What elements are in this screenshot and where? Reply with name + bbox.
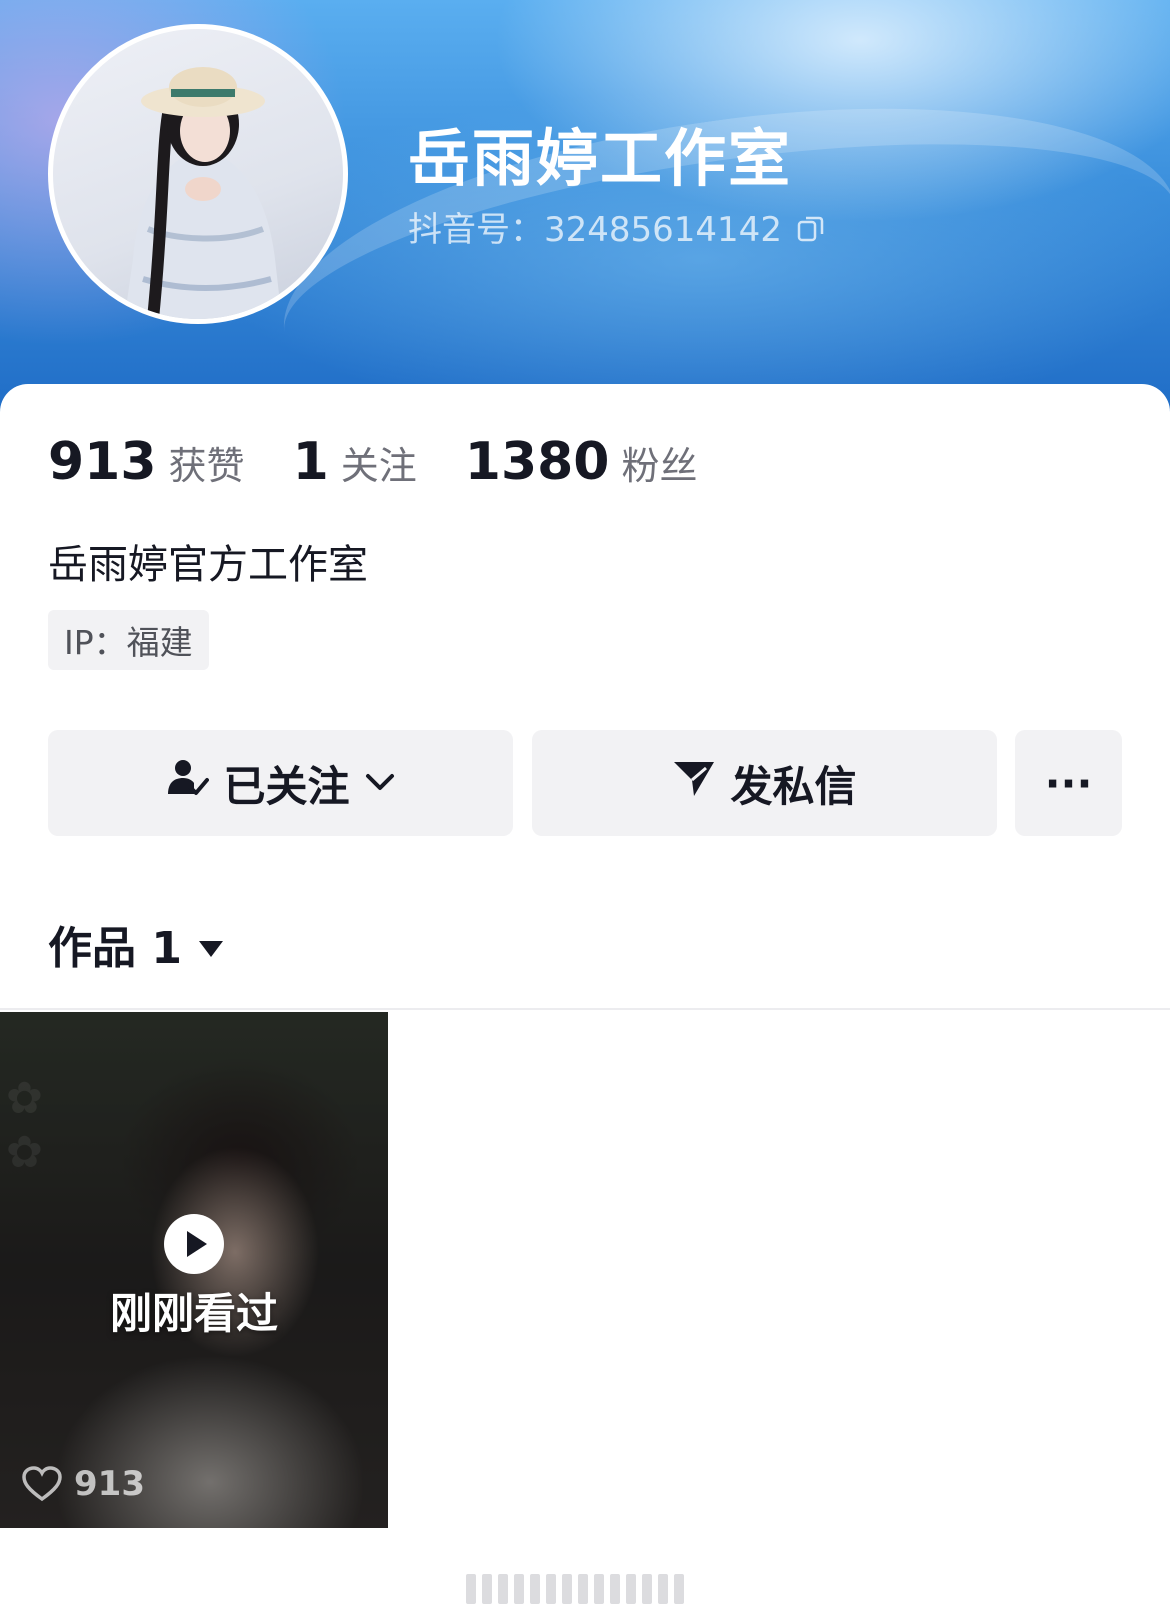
video-likes-count: 913 (74, 1464, 145, 1504)
stat-followers[interactable]: 1380 粉丝 (465, 432, 698, 492)
followed-button-label: 已关注 (223, 761, 350, 811)
tab-works[interactable]: 作品 1 (48, 912, 224, 976)
video-likes: 913 (22, 1464, 145, 1504)
triangle-down-icon (198, 919, 224, 970)
followed-button[interactable]: 已关注 (48, 730, 513, 836)
user-check-icon (165, 756, 210, 810)
video-tile[interactable]: ✿ ✿ 刚刚看过 913 (0, 1012, 388, 1528)
copy-icon[interactable] (796, 212, 826, 242)
stat-following-label: 关注 (340, 444, 417, 488)
stats-row: 913 获赞 1 关注 1380 粉丝 (48, 432, 746, 492)
send-message-button[interactable]: 发私信 (532, 730, 997, 836)
send-message-label: 发私信 (730, 761, 857, 811)
douyin-id-row[interactable]: 抖音号：32485614142 (408, 202, 826, 251)
tab-works-label: 作品 1 (48, 923, 182, 974)
profile-card: 913 获赞 1 关注 1380 粉丝 岳雨婷官方工作室 IP：福建 已关注 发… (0, 384, 1170, 1604)
avatar[interactable] (48, 24, 348, 324)
profile-bio: 岳雨婷官方工作室 (48, 542, 368, 588)
send-icon (672, 756, 716, 810)
chevron-down-icon (364, 759, 396, 808)
stat-following-count: 1 (292, 432, 329, 492)
douyin-id: 抖音号：32485614142 (408, 210, 782, 250)
recently-watched-label: 刚刚看过 (109, 1289, 278, 1338)
heart-icon (22, 1466, 62, 1502)
more-button[interactable]: ··· (1015, 730, 1122, 836)
stat-likes[interactable]: 913 获赞 (48, 432, 245, 492)
obscured-footer-text (466, 1574, 706, 1604)
more-icon: ··· (1044, 758, 1093, 808)
stat-followers-count: 1380 (464, 432, 610, 492)
stat-likes-count: 913 (48, 432, 157, 492)
tab-divider (0, 1008, 1170, 1010)
stat-likes-label: 获赞 (168, 444, 245, 488)
stat-following[interactable]: 1 关注 (293, 432, 417, 492)
ip-location-tag: IP：福建 (48, 610, 209, 670)
profile-nickname: 岳雨婷工作室 (408, 122, 793, 195)
avatar-image (124, 67, 282, 319)
stat-followers-label: 粉丝 (621, 444, 698, 488)
profile-banner: 岳雨婷工作室 抖音号：32485614142 (0, 0, 1170, 482)
play-icon (163, 1213, 225, 1279)
